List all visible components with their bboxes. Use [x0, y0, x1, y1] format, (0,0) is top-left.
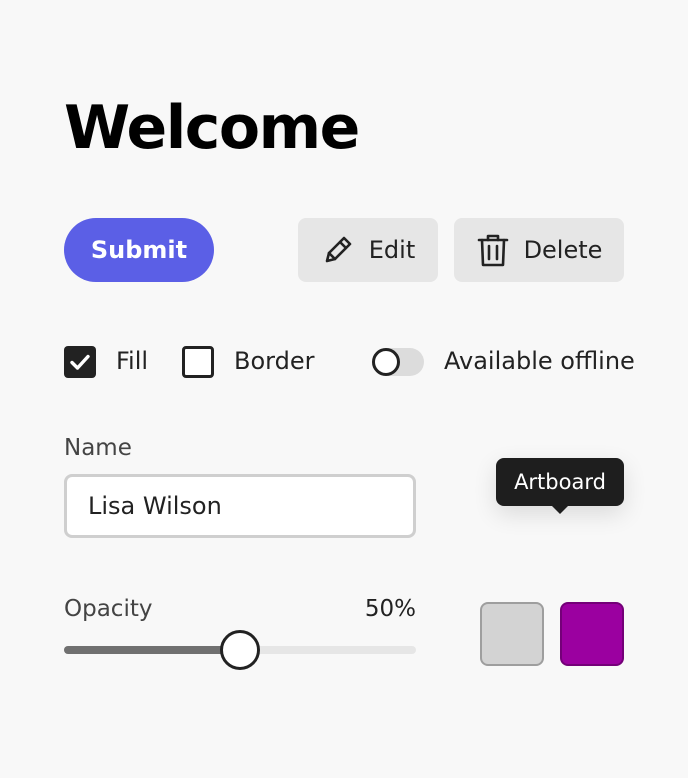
name-field-label: Name [64, 435, 132, 461]
submit-button[interactable]: Submit [64, 218, 214, 282]
pencil-icon [321, 233, 355, 267]
opacity-value: 50% [364, 596, 416, 622]
delete-button[interactable]: Delete [454, 218, 624, 282]
edit-button[interactable]: Edit [298, 218, 438, 282]
toggle-knob[interactable] [372, 348, 400, 376]
opacity-label: Opacity [64, 596, 153, 622]
border-checkbox-label: Border [234, 347, 315, 375]
trash-icon [476, 232, 510, 268]
artboard-tooltip: Artboard [496, 458, 624, 506]
color-swatch-gray[interactable] [480, 602, 544, 666]
available-offline-label: Available offline [444, 347, 635, 375]
page-title: Welcome [64, 93, 360, 163]
tooltip-tip [552, 506, 568, 514]
edit-button-label: Edit [368, 236, 416, 264]
fill-checkbox-label: Fill [116, 347, 149, 375]
fill-checkbox[interactable] [64, 346, 96, 378]
border-checkbox[interactable] [182, 346, 214, 378]
color-swatch-purple[interactable] [560, 602, 624, 666]
delete-button-label: Delete [523, 236, 603, 264]
opacity-slider-handle[interactable] [220, 630, 260, 670]
check-icon [70, 354, 90, 370]
opacity-slider-fill [64, 646, 240, 654]
name-field[interactable] [64, 474, 416, 538]
